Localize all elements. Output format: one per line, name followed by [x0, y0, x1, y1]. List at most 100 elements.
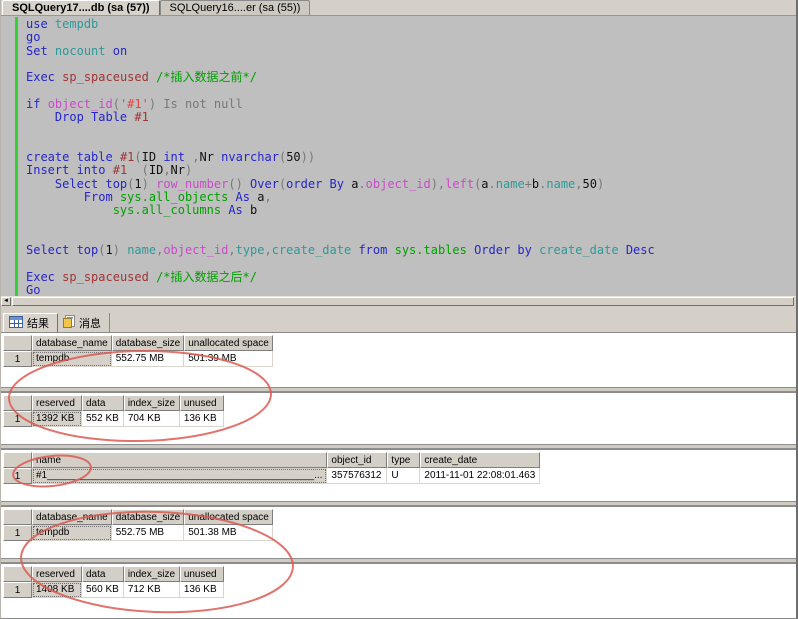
code-line: [26, 217, 796, 230]
column-header[interactable]: unallocated space: [184, 509, 273, 525]
grid-corner[interactable]: [3, 509, 32, 525]
row-number[interactable]: 1: [3, 525, 32, 541]
grid-cell[interactable]: 552.75 MB: [112, 351, 185, 367]
grid-corner[interactable]: [3, 566, 32, 582]
grid-cell[interactable]: 2011-11-01 22:08:01.463: [420, 468, 540, 484]
grid-cell[interactable]: tempdb: [32, 351, 112, 367]
code-line: [26, 257, 796, 270]
code-line: Select top(1) name,object_id,type,create…: [26, 244, 796, 257]
column-header[interactable]: database_size: [112, 335, 185, 351]
grid-cell[interactable]: U: [387, 468, 420, 484]
grid-cell[interactable]: #1______________________________________…: [32, 468, 327, 484]
editor-tab-label: SQLQuery16....er (sa (55)): [170, 2, 301, 14]
grid-corner[interactable]: [3, 335, 32, 351]
code-line: if object_id('#1') Is not null: [26, 98, 796, 111]
code-line: go: [26, 31, 796, 44]
code-line: Go: [26, 284, 796, 296]
ssms-window: SQLQuery17....db (sa (57)) SQLQuery16...…: [0, 0, 798, 619]
grid-cell[interactable]: tempdb: [32, 525, 112, 541]
grid-cell[interactable]: 501.39 MB: [184, 351, 273, 367]
result-grid: database_namedatabase_sizeunallocated sp…: [3, 509, 273, 541]
column-header[interactable]: reserved: [32, 566, 82, 582]
row-number[interactable]: 1: [3, 582, 32, 598]
grid-cell[interactable]: 704 KB: [124, 411, 180, 427]
row-number[interactable]: 1: [3, 411, 32, 427]
tab-results-label: 结果: [27, 315, 49, 331]
code-line: [26, 138, 796, 151]
column-header[interactable]: create_date: [420, 452, 540, 468]
column-header[interactable]: object_id: [327, 452, 387, 468]
tab-messages[interactable]: 消息: [58, 313, 110, 332]
column-header[interactable]: name: [32, 452, 327, 468]
scrollbar-thumb[interactable]: [12, 297, 794, 306]
grid-cell[interactable]: 1392 KB: [32, 411, 82, 427]
grid-corner[interactable]: [3, 452, 32, 468]
results-grid-icon: [9, 316, 23, 331]
column-header[interactable]: database_name: [32, 509, 112, 525]
column-header[interactable]: unused: [180, 566, 224, 582]
column-header[interactable]: reserved: [32, 395, 82, 411]
row-number[interactable]: 1: [3, 351, 32, 367]
editor-tab-sqlquery17[interactable]: SQLQuery17....db (sa (57)): [2, 0, 160, 15]
messages-icon: [63, 315, 75, 331]
code-line: From sys.all_objects As a,: [26, 191, 796, 204]
code-line: Exec sp_spaceused /*插入数据之后*/: [26, 271, 796, 284]
grid-cell[interactable]: 552.75 MB: [112, 525, 185, 541]
editor-horizontal-scrollbar[interactable]: ◄: [1, 296, 796, 306]
row-number[interactable]: 1: [3, 468, 32, 484]
table-row: 1#1_____________________________________…: [3, 468, 540, 484]
column-header[interactable]: index_size: [124, 566, 180, 582]
code-line: Set nocount on: [26, 45, 796, 58]
result-grid: nameobject_idtypecreate_date1#1_________…: [3, 452, 540, 484]
results-tab-bar: 结果 消息: [1, 312, 796, 332]
grid-corner[interactable]: [3, 395, 32, 411]
column-header[interactable]: database_name: [32, 335, 112, 351]
result-grid: reserveddataindex_sizeunused11392 KB552 …: [3, 395, 224, 427]
code-line: Insert into #1 (ID,Nr): [26, 164, 796, 177]
change-tracking-bar: [15, 17, 18, 296]
grid-cell[interactable]: 136 KB: [180, 582, 224, 598]
grid-cell[interactable]: 136 KB: [180, 411, 224, 427]
scroll-left-arrow-icon[interactable]: ◄: [1, 297, 11, 306]
results-panes: database_namedatabase_sizeunallocated sp…: [1, 332, 796, 619]
table-row: 11392 KB552 KB704 KB136 KB: [3, 411, 224, 427]
code-line: Exec sp_spaceused /*插入数据之前*/: [26, 71, 796, 84]
column-header[interactable]: unallocated space: [184, 335, 273, 351]
code-line: create table #1(ID int ,Nr nvarchar(50)): [26, 151, 796, 164]
column-header[interactable]: index_size: [124, 395, 180, 411]
column-header[interactable]: unused: [180, 395, 224, 411]
code-line: [26, 84, 796, 97]
table-row: 1tempdb552.75 MB501.39 MB: [3, 351, 273, 367]
editor-tab-bar: SQLQuery17....db (sa (57)) SQLQuery16...…: [1, 0, 796, 16]
sql-editor[interactable]: use tempdbgoSet nocount on Exec sp_space…: [1, 16, 796, 296]
code-line: [26, 231, 796, 244]
editor-tab-label: SQLQuery17....db (sa (57)): [12, 2, 150, 14]
grid-cell[interactable]: 712 KB: [124, 582, 180, 598]
result-pane-spaceused-db-after: database_namedatabase_sizeunallocated sp…: [1, 506, 796, 558]
code-line: [26, 124, 796, 137]
column-header[interactable]: data: [82, 566, 124, 582]
grid-cell[interactable]: 501.38 MB: [184, 525, 273, 541]
result-pane-spaceused-db-before: database_namedatabase_sizeunallocated sp…: [1, 332, 796, 387]
code-line: use tempdb: [26, 18, 796, 31]
code-lines[interactable]: use tempdbgoSet nocount on Exec sp_space…: [26, 18, 796, 296]
result-pane-spaceused-table-before: reserveddataindex_sizeunused11392 KB552 …: [1, 392, 796, 444]
code-line: sys.all_columns As b: [26, 204, 796, 217]
column-header[interactable]: database_size: [112, 509, 185, 525]
grid-cell[interactable]: 1408 KB: [32, 582, 82, 598]
code-line: Drop Table #1: [26, 111, 796, 124]
tab-results[interactable]: 结果: [3, 313, 58, 332]
tab-messages-label: 消息: [79, 315, 101, 331]
table-row: 11408 KB560 KB712 KB136 KB: [3, 582, 224, 598]
result-grid: reserveddataindex_sizeunused11408 KB560 …: [3, 566, 224, 598]
table-row: 1tempdb552.75 MB501.38 MB: [3, 525, 273, 541]
result-pane-spaceused-table-after: reserveddataindex_sizeunused11408 KB560 …: [1, 563, 796, 619]
grid-cell[interactable]: 357576312: [327, 468, 387, 484]
code-line: Select top(1) row_number() Over(order By…: [26, 178, 796, 191]
column-header[interactable]: data: [82, 395, 124, 411]
editor-tab-sqlquery16[interactable]: SQLQuery16....er (sa (55)): [160, 0, 311, 15]
column-header[interactable]: type: [387, 452, 420, 468]
grid-cell[interactable]: 560 KB: [82, 582, 124, 598]
result-grid: database_namedatabase_sizeunallocated sp…: [3, 335, 273, 367]
grid-cell[interactable]: 552 KB: [82, 411, 124, 427]
